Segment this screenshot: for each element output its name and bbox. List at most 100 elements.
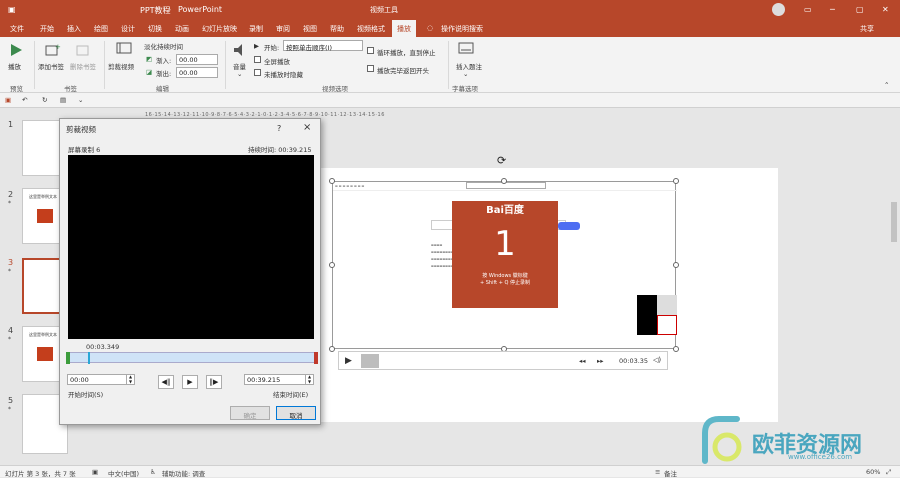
undo-icon[interactable]: ↶ (22, 96, 27, 104)
document-title: PPT教程 (140, 6, 171, 15)
resize-handle[interactable] (329, 262, 335, 268)
remove-bookmark-button[interactable]: 删除书签 (70, 61, 96, 71)
end-trim-handle[interactable] (314, 352, 318, 364)
trim-video-button[interactable]: 剪裁视频 (108, 61, 134, 71)
tab-design[interactable]: 设计 (121, 24, 135, 34)
add-bookmark-icon[interactable]: + (45, 43, 61, 57)
rotate-handle-icon[interactable]: ⟳ (497, 154, 506, 167)
tab-home[interactable]: 开始 (40, 24, 54, 34)
play-icon[interactable] (8, 43, 24, 57)
zoom-level[interactable]: 60% (866, 468, 880, 476)
resize-handle[interactable] (501, 178, 507, 184)
resize-handle[interactable] (673, 346, 679, 352)
help-button[interactable]: ? (277, 124, 281, 133)
tab-view[interactable]: 视图 (303, 24, 317, 34)
tab-transitions[interactable]: 切换 (148, 24, 162, 34)
volume-dropdown-icon[interactable]: ⌄ (237, 70, 242, 78)
spellcheck-icon[interactable]: ▣ (92, 468, 98, 476)
tab-record[interactable]: 录制 (249, 24, 263, 34)
video-name: 屏幕录制 6 (68, 146, 101, 154)
customize-qat-icon[interactable]: ⌄ (78, 96, 83, 104)
search-tell-me[interactable]: 操作说明搜索 (441, 24, 483, 34)
tab-help[interactable]: 帮助 (330, 24, 344, 34)
minimize-icon[interactable]: ─ (830, 5, 835, 14)
tab-slideshow[interactable]: 幻灯片放映 (202, 24, 237, 34)
loop-checkbox[interactable] (367, 47, 374, 54)
ok-button[interactable]: 确定 (230, 406, 270, 420)
vertical-scrollbar[interactable] (890, 112, 898, 462)
hide-checkbox[interactable] (254, 69, 261, 76)
playhead-marker[interactable] (88, 352, 90, 364)
autosave-icon[interactable]: ▣ (8, 5, 16, 14)
mute-icon[interactable]: ◁) (653, 356, 661, 364)
start-trim-handle[interactable] (66, 352, 70, 364)
resize-handle[interactable] (329, 178, 335, 184)
avatar[interactable] (772, 3, 785, 16)
notes-icon[interactable]: ≡ (655, 468, 660, 476)
insert-caption-button[interactable]: 插入题注 (456, 61, 482, 71)
volume-icon[interactable] (232, 43, 248, 57)
end-time-spinner[interactable]: ▲ ▼ (305, 374, 313, 385)
trim-timeline[interactable] (66, 352, 318, 364)
slide-number: 3 (8, 258, 14, 267)
video-progress-fill[interactable] (361, 354, 379, 368)
hint-line-2: + Shift + Q 停止录制 (479, 280, 531, 286)
step-back-icon[interactable]: ◂◂ (579, 357, 586, 365)
fade-out-input[interactable]: 00.00 (176, 67, 218, 78)
tab-draw[interactable]: 绘图 (94, 24, 108, 34)
close-window-icon[interactable]: ✕ (882, 5, 889, 14)
previous-frame-button[interactable]: ◀‖ (158, 375, 174, 389)
start-time-label: 开始时间(S) (68, 391, 104, 399)
present-icon[interactable]: ▤ (60, 96, 66, 104)
scrollbar-thumb[interactable] (891, 202, 897, 242)
caption-dropdown-icon[interactable]: ⌄ (463, 70, 468, 78)
play-button[interactable]: 播放 (8, 61, 21, 71)
fit-to-window-icon[interactable]: ⤢ (886, 468, 891, 477)
start-select[interactable]: 按照单击顺序(I) (283, 40, 363, 52)
add-bookmark-button[interactable]: 添加书签 (38, 61, 64, 71)
accessibility-icon[interactable]: ♿ (150, 468, 156, 476)
share-button[interactable]: 共享 (860, 24, 874, 34)
resize-handle[interactable] (329, 346, 335, 352)
ribbon-display-icon[interactable]: ▭ (804, 5, 812, 14)
video-object[interactable]: ▬ ▬ ▬ ▬ ▬ ▬ ▬ ▬ ▬▬▬▬ ▬▬▬▬▬▬▬▬ ▬▬▬▬▬▬▬▬ ▬▬▬▬… (332, 181, 677, 349)
start-label: 开始: (264, 44, 280, 52)
lightbulb-icon: ◌ (427, 24, 434, 32)
fade-in-icon: ◩ (146, 55, 153, 63)
tab-video-format[interactable]: 视频格式 (357, 24, 385, 34)
loop-label: 循环播放，直到停止 (377, 49, 436, 57)
tab-animations[interactable]: 动画 (175, 24, 189, 34)
dialog-close-button[interactable]: × (303, 122, 311, 133)
maximize-icon[interactable]: ▢ (856, 5, 864, 14)
video-play-icon[interactable]: ▶ (345, 356, 352, 366)
save-icon[interactable]: ▣ (5, 96, 11, 104)
collapse-ribbon-icon[interactable]: ⌃ (884, 81, 889, 89)
rewind-checkbox[interactable] (367, 65, 374, 72)
insert-caption-icon[interactable] (458, 41, 474, 55)
powerpoint-logo (37, 347, 53, 361)
tab-insert[interactable]: 插入 (67, 24, 81, 34)
redo-icon[interactable]: ↻ (42, 96, 47, 104)
next-frame-button[interactable]: ‖▶ (206, 375, 222, 389)
tab-file[interactable]: 文件 (10, 24, 24, 34)
end-time-input[interactable]: 00:39.215 (244, 374, 314, 385)
fade-in-input[interactable]: 00.00 (176, 54, 218, 65)
start-time-input[interactable]: 00:00 (67, 374, 135, 385)
play-preview-button[interactable]: ▶ (182, 375, 198, 389)
resize-handle[interactable] (673, 178, 679, 184)
step-forward-icon[interactable]: ▸▸ (597, 357, 604, 365)
baidu-search-button (558, 222, 580, 230)
remove-bookmark-icon[interactable] (76, 43, 92, 57)
fullscreen-checkbox[interactable] (254, 56, 261, 63)
resize-handle[interactable] (673, 262, 679, 268)
cancel-button[interactable]: 取消 (276, 406, 316, 420)
group-edit: 编辑 (156, 85, 169, 93)
fade-out-icon: ◪ (146, 68, 153, 76)
baidu-logo: Bai百度 (486, 205, 524, 216)
start-time-spinner[interactable]: ▲ ▼ (126, 374, 134, 385)
tab-playback[interactable]: 播放 (392, 20, 416, 37)
trim-video-icon[interactable] (116, 41, 132, 55)
video-preview (68, 155, 314, 339)
ribbon: 播放 预览 + 添加书签 删除书签 书签 剪裁视频 淡化持续时间 ◩ 渐入: 0… (0, 37, 900, 93)
tab-review[interactable]: 审阅 (276, 24, 290, 34)
